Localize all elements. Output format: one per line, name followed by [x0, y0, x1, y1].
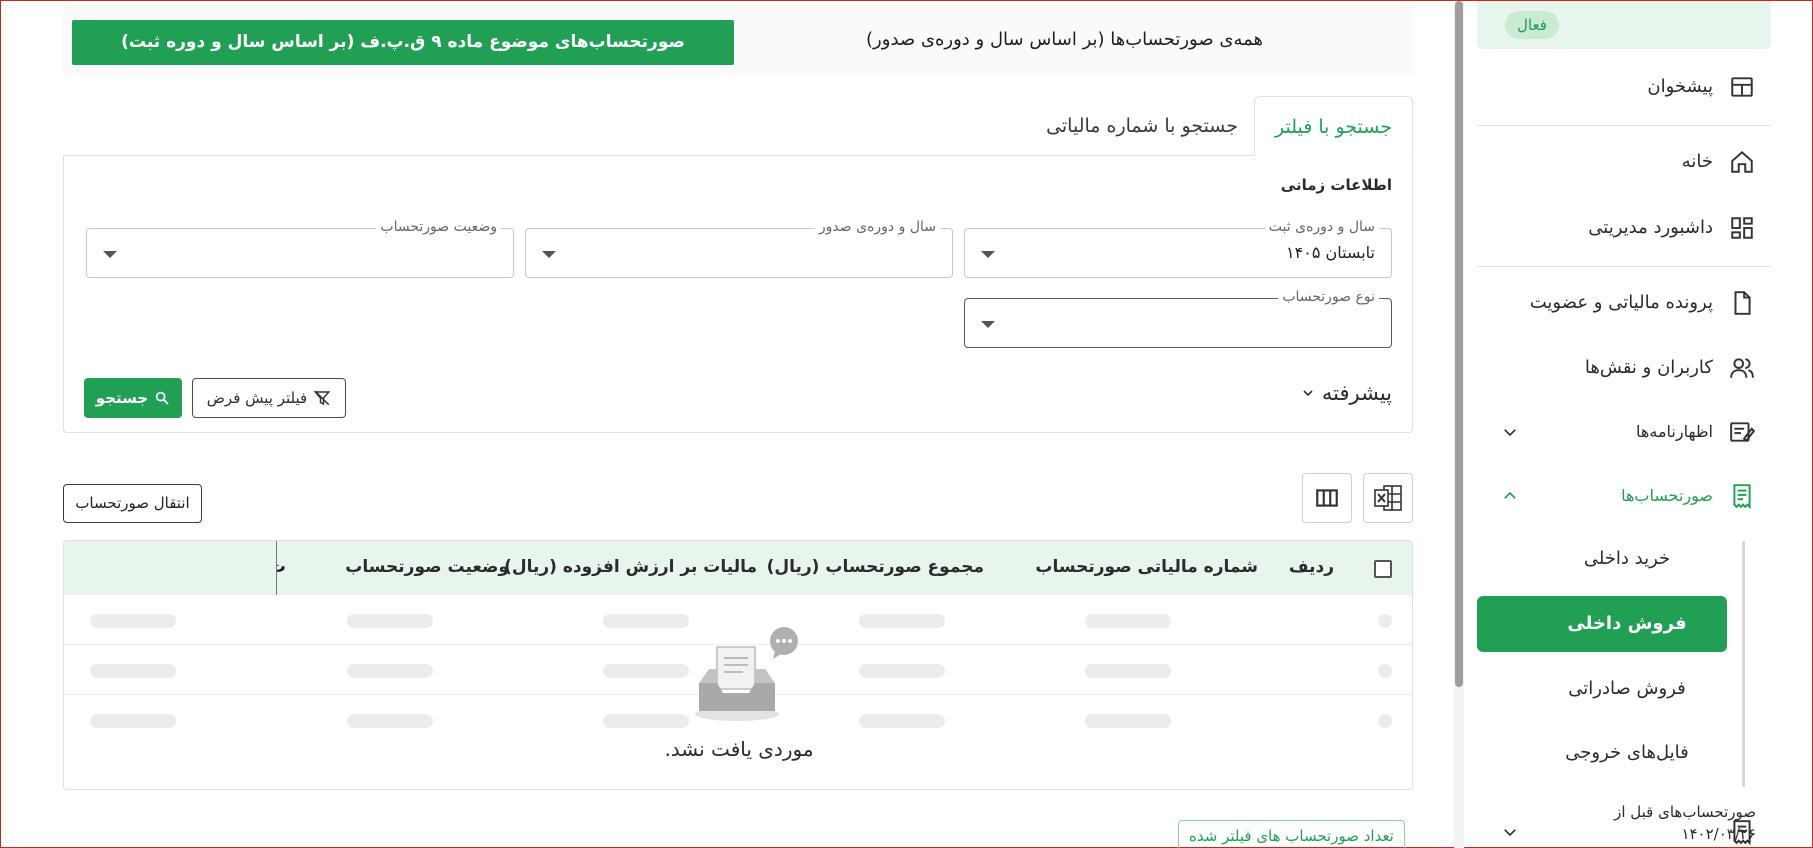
invoice-type-select[interactable]: نوع صورتحساب	[964, 289, 1392, 348]
default-filter-button[interactable]: فیلتر پیش فرض	[192, 378, 346, 418]
tab-tax-number-search[interactable]: جستجو با شماره مالیاتی	[1026, 96, 1258, 156]
sidebar-subitem-domestic-sale[interactable]: فروش داخلی	[1477, 596, 1727, 652]
search-icon	[156, 391, 169, 405]
document-icon	[1734, 291, 1751, 315]
sidebar-item-label: داشبورد مدیریتی	[1588, 217, 1713, 238]
field-label: سال و دوره‌ی ثبت	[1264, 219, 1379, 235]
edit-form-icon	[1730, 422, 1755, 443]
empty-inbox-icon	[695, 627, 798, 721]
sidebar-item-label: پیشخوان	[1647, 76, 1713, 97]
transfer-invoice-button[interactable]: انتقال صورتحساب	[63, 484, 202, 523]
chevron-down-icon[interactable]	[1501, 823, 1519, 841]
search-button[interactable]: جستجو	[84, 378, 182, 418]
all-invoices-option[interactable]: همه‌ی صورتحساب‌ها (بر اساس سال و دوره‌ی …	[866, 29, 1263, 50]
caret-down-icon	[981, 251, 995, 258]
advanced-toggle[interactable]: پیشرفته	[1300, 381, 1392, 405]
sidebar-item-users-roles[interactable]: کاربران و نقش‌ها	[1477, 342, 1771, 394]
divider	[1477, 266, 1771, 267]
column-header-row[interactable]: ردیف	[1289, 557, 1334, 577]
sidebar-item-home[interactable]: خانه	[1477, 136, 1771, 188]
submenu-line	[1742, 541, 1745, 787]
filter-off-icon	[313, 390, 331, 406]
field-label: نوع صورتحساب	[1278, 289, 1379, 305]
invoices-table: ردیف شماره مالیاتی صورتحساب مجموع صورتحس…	[63, 540, 1413, 790]
filtered-count-chip: تعداد صورتحساب های فیلتر شده	[1178, 820, 1405, 848]
grid-dashboard-icon	[1731, 217, 1753, 239]
advanced-label: پیشرفته	[1321, 381, 1392, 405]
invoice-scope-bar: همه‌ی صورتحساب‌ها (بر اساس سال و دوره‌ی …	[63, 7, 1413, 75]
sidebar: فعال پیشخوان خانه داشبورد مدیریتی پرونده…	[1471, 1, 1813, 848]
sidebar-subitem-output-files[interactable]: فایل‌های خروجی	[1477, 725, 1727, 781]
caret-down-icon	[542, 251, 556, 258]
excel-icon	[1374, 485, 1402, 511]
sidebar-item-label: پرونده مالیاتی و عضویت	[1529, 292, 1713, 313]
users-icon	[1730, 358, 1754, 378]
sidebar-item-label: صورتحساب‌ها	[1621, 486, 1713, 505]
reg-period-select[interactable]: سال و دوره‌ی ثبت تابستان ۱۴۰۵	[964, 219, 1392, 278]
sidebar-item-invoices[interactable]: صورتحساب‌ها	[1477, 470, 1771, 522]
column-header-vat[interactable]: مالیات بر ارزش افزوده (ریال)	[504, 557, 757, 577]
column-header-clipped: ت	[276, 557, 286, 577]
field-value: تابستان ۱۴۰۵	[1286, 243, 1375, 262]
sidebar-item-tax-file[interactable]: پرونده مالیاتی و عضویت	[1477, 277, 1771, 329]
empty-state-message: موردی یافت نشد.	[664, 737, 814, 761]
sidebar-item-management-dashboard[interactable]: داشبورد مدیریتی	[1477, 202, 1771, 254]
export-excel-button[interactable]	[1363, 473, 1413, 523]
column-header-total[interactable]: مجموع صورتحساب (ریال)	[767, 557, 984, 577]
status-chip: فعال	[1477, 1, 1771, 49]
sidebar-item-label: اظهارنامه‌ها	[1636, 422, 1713, 441]
sidebar-subitem-domestic-purchase[interactable]: خرید داخلی	[1477, 531, 1727, 587]
columns-icon	[1316, 489, 1338, 507]
sidebar-item-label: صورتحساب‌های قبل از ۱۴۰۲/۰۳/۲۶	[1614, 803, 1756, 843]
sidebar-item-label: کاربران و نقش‌ها	[1584, 357, 1713, 378]
status-badge: فعال	[1505, 11, 1559, 39]
sidebar-item-declarations[interactable]: اظهارنامه‌ها	[1477, 406, 1771, 458]
scrollbar-thumb[interactable]	[1455, 1, 1463, 687]
section-title: اطلاعات زمانی	[1280, 176, 1392, 194]
select-all-checkbox[interactable]	[1374, 560, 1392, 578]
caret-down-icon	[103, 251, 117, 258]
table-header: ردیف شماره مالیاتی صورتحساب مجموع صورتحس…	[64, 541, 1412, 595]
status-select[interactable]: وضعیت صورتحساب	[86, 219, 514, 278]
layout-dashboard-icon	[1731, 77, 1753, 97]
sidebar-subitem-export-sale[interactable]: فروش صادراتی	[1477, 661, 1727, 717]
tab-filter-search[interactable]: جستجو با فیلتر	[1254, 96, 1413, 156]
article9-invoices-button[interactable]: صورتحساب‌های موضوع ماده ۹ ق.پ.ف (بر اساس…	[72, 20, 734, 65]
divider	[1477, 125, 1771, 126]
column-header-tax-number[interactable]: شماره مالیاتی صورتحساب	[1035, 557, 1258, 577]
issue-period-select[interactable]: سال و دوره‌ی صدور	[525, 219, 953, 278]
sidebar-item-desk[interactable]: پیشخوان	[1477, 61, 1771, 113]
caret-down-icon	[981, 321, 995, 328]
home-icon	[1731, 150, 1753, 173]
receipt-icon	[1733, 484, 1751, 509]
filter-panel: اطلاعات زمانی سال و دوره‌ی ثبت تابستان ۱…	[63, 155, 1413, 433]
field-label: سال و دوره‌ی صدور	[814, 219, 940, 235]
search-tabs: جستجو با فیلتر جستجو با شماره مالیاتی	[63, 96, 1413, 156]
chevron-up-icon[interactable]	[1501, 487, 1519, 505]
chevron-down-icon	[1303, 390, 1313, 397]
column-resize-handle[interactable]	[276, 541, 277, 595]
chevron-down-icon[interactable]	[1501, 423, 1519, 441]
column-settings-button[interactable]	[1302, 473, 1352, 523]
field-label: وضعیت صورتحساب	[376, 219, 501, 235]
sidebar-item-label: خانه	[1681, 151, 1713, 172]
column-header-status[interactable]: وضعیت صورتحساب	[345, 557, 509, 577]
